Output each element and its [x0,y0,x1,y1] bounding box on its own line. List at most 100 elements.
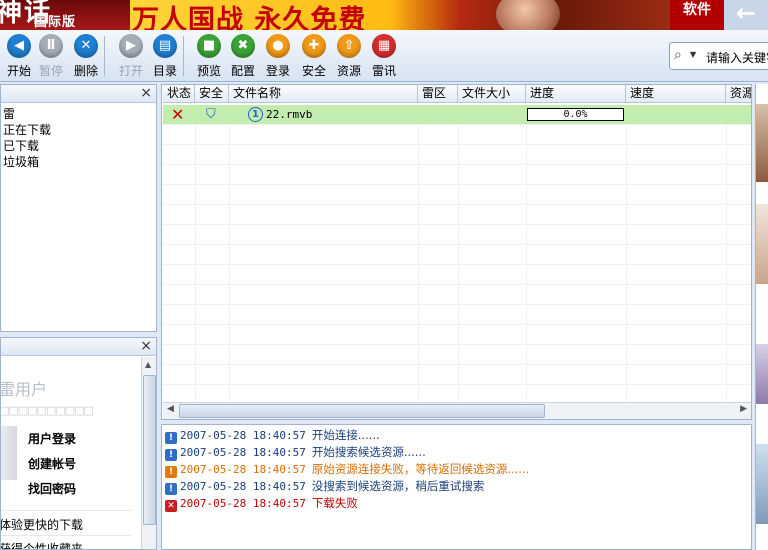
preview-icon[interactable]: ■ [197,34,221,58]
log-panel: ! 2007-05-28 18:40:57 开始连接......! 2007-05-2… [161,424,752,550]
close-icon[interactable]: × [140,338,152,354]
ad-image[interactable] [756,204,768,284]
close-icon[interactable]: × [140,85,152,101]
back-arrow-icon[interactable]: ← [724,0,768,30]
toolbar-button-label: 登录 [265,64,290,78]
toolbar-button-label: 配置 [230,64,255,78]
log-message: 原始资源连接失败，等待返回候选资源...... [311,462,530,476]
tree-item-downloading[interactable]: 正在下载 [3,121,51,138]
ad-image[interactable] [756,344,768,404]
resource-icon[interactable]: ⇧ [337,34,361,58]
open-icon[interactable]: ▶ [119,34,143,58]
log-entry: ! 2007-05-28 18:40:57 原始资源连接失败，等待返回候选资源...… [165,462,530,478]
promo-text[interactable]: 体验更快的下载 [1,516,83,533]
log-entry: ! 2007-05-28 18:40:57 开始搜索候选资源...... [165,445,426,461]
shield-icon: ⛉ [206,107,216,122]
banner-slogan: 万人国战 永久免费 [132,5,367,30]
tree-item-thunder[interactable]: 雷 [3,105,15,122]
toolbar-button-preview[interactable]: ■ 预览 [193,34,225,79]
config-icon[interactable]: ✖ [231,34,255,58]
column-header-progress[interactable]: 进度 [526,85,626,103]
shield-icon[interactable]: ✚ [302,34,326,58]
column-header-zone[interactable]: 雷区 [418,85,458,103]
promo-text[interactable]: 获得个性收藏夹 [1,540,83,549]
toolbar-button-label: 暂停 [38,64,63,78]
toolbar-button-shield[interactable]: ✚ 安全 [298,34,330,79]
ad-image[interactable] [756,444,768,524]
ad-banner[interactable]: 神话 国际版 万人国战 永久免费 软件 ← [0,0,768,30]
info-icon: ! [165,483,177,495]
toolbar-separator [104,36,105,76]
login-icon[interactable]: ● [266,34,290,58]
ad-image[interactable] [756,104,768,182]
software-button[interactable]: 软件 [670,0,724,30]
toolbar-button-pause[interactable]: Ⅱ 暂停 [35,34,67,79]
log-entry: ! 2007-05-28 18:40:57 开始连接...... [165,428,380,444]
progress-bar: 0.0% [527,108,624,121]
horizontal-scrollbar[interactable]: ◀ ▶ [163,402,751,419]
right-ad-panel[interactable] [755,84,768,550]
toolbar-button-label: 安全 [301,64,326,78]
delete-icon[interactable]: ✕ [74,34,98,58]
message-icon[interactable]: ▦ [372,34,396,58]
divider [1,510,131,511]
column-header-security[interactable]: 安全 [195,85,229,103]
scroll-up-icon[interactable]: ▲ [145,360,151,369]
info-icon: ! [165,449,177,461]
scrollbar-thumb[interactable] [179,404,545,418]
toolbar-button-login[interactable]: ● 登录 [262,34,294,79]
pause-icon[interactable]: Ⅱ [39,34,63,58]
toolbar-button-open[interactable]: ▶ 打开 [115,34,147,79]
search-box[interactable]: ⌕ ▼ 请输入关键字 [669,42,768,70]
toolbar-button-label: 资源 [336,64,361,78]
number-one-icon: 1 [248,107,263,122]
log-entry: ! 2007-05-28 18:40:57 没搜索到候选资源，稍后重试搜索 [165,479,485,495]
toolbar-button-delete[interactable]: ✕ 删除 [70,34,102,79]
column-header-size[interactable]: 文件大小 [458,85,526,103]
toolbar-button-label: 目录 [152,64,177,78]
recover-password-link[interactable]: 找回密码 [28,480,76,497]
toolbar-button-resource[interactable]: ⇧ 资源 [333,34,365,79]
user-login-link[interactable]: 用户登录 [28,430,76,447]
avatar [1,426,17,480]
tree-item-downloaded[interactable]: 已下载 [3,137,39,154]
log-timestamp: 2007-05-28 18:40:57 [180,446,306,459]
play-icon[interactable]: ◀ [7,34,31,58]
user-panel-header: × [1,338,156,356]
log-timestamp: 2007-05-28 18:40:57 [180,463,306,476]
chevron-down-icon[interactable]: ▼ [690,50,696,59]
search-input[interactable]: 请输入关键字 [706,49,768,66]
column-header-resource[interactable]: 资源 [726,85,751,103]
banner-character-image [496,0,560,30]
tree-item-trash[interactable]: 垃圾箱 [3,153,39,170]
create-account-link[interactable]: 创建帐号 [28,455,76,472]
log-message: 下载失败 [311,496,358,510]
download-list: 状态 安全 文件名称 雷区 文件大小 进度 速度 资源 ✕ ⛉ 1 22.rmv… [161,84,752,420]
category-panel: × 雷 正在下载 已下载 垃圾箱 [0,84,157,332]
scroll-right-icon[interactable]: ▶ [740,404,747,414]
main-toolbar: ◀ 开始 Ⅱ 暂停 ✕ 删除 ▶ 打开 ▤ 目录 ■ 预览 ✖ 配置 ● 登录 ✚ 安全 ⇧ 资源 ▦ 雷讯 [0,30,768,82]
toolbar-button-config[interactable]: ✖ 配置 [227,34,259,79]
filename-cell: 22.rmvb [266,108,313,121]
banner-logo-sub: 国际版 [34,15,77,30]
toolbar-button-play[interactable]: ◀ 开始 [3,34,35,79]
scroll-left-icon[interactable]: ◀ [167,404,174,414]
folder-icon[interactable]: ▤ [153,34,177,58]
x-icon: ✕ [171,105,185,124]
log-timestamp: 2007-05-28 18:40:57 [180,497,306,510]
log-message: 没搜索到候选资源，稍后重试搜索 [311,479,485,493]
toolbar-button-folder[interactable]: ▤ 目录 [149,34,181,79]
search-icon[interactable]: ⌕ [674,47,682,63]
log-entry: ✕ 2007-05-28 18:40:57 下载失败 [165,496,358,512]
user-panel-placeholder: □□□□□□□□□□ [0,404,94,417]
toolbar-button-message[interactable]: ▦ 雷讯 [368,34,400,79]
column-header-speed[interactable]: 速度 [626,85,726,103]
column-header-filename[interactable]: 文件名称 [229,85,418,103]
user-panel: × 雷用户 □□□□□□□□□□ 用户登录 创建帐号 找回密码 体验更快的下载 … [0,337,157,550]
divider [1,535,131,536]
column-header-status[interactable]: 状态 [163,85,195,103]
log-message: 开始连接...... [311,428,380,442]
vertical-scrollbar[interactable]: ▲ [141,357,156,549]
scrollbar-thumb[interactable] [143,375,156,525]
toolbar-button-label: 雷讯 [371,64,396,78]
